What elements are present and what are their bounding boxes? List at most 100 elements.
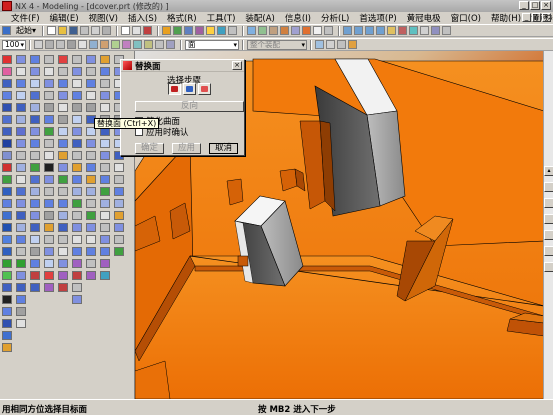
tool-icon[interactable] (114, 223, 124, 232)
tool-icon[interactable] (2, 139, 12, 148)
dialog-close-button[interactable]: × (232, 61, 242, 70)
doc-minimize-button[interactable]: _ (522, 13, 531, 22)
tool-icon[interactable] (86, 151, 96, 160)
center-icon[interactable] (122, 40, 131, 49)
tool-icon[interactable] (16, 271, 26, 280)
tool-icon[interactable] (16, 211, 26, 220)
menu-insert[interactable]: 插入(S) (123, 12, 162, 24)
unblank-icon[interactable] (420, 26, 430, 35)
tool-icon[interactable] (86, 271, 96, 280)
face-icon[interactable] (166, 40, 175, 49)
menu-view[interactable]: 视图(V) (84, 12, 123, 24)
tool-icon[interactable] (72, 283, 82, 292)
tool-icon[interactable] (72, 163, 82, 172)
tool-icon[interactable] (58, 127, 68, 136)
tool-icon[interactable] (44, 211, 54, 220)
save-icon[interactable] (69, 26, 79, 35)
tool-icon[interactable] (86, 175, 96, 184)
tool-icon[interactable] (16, 199, 26, 208)
menu-window[interactable]: 窗口(O) (446, 12, 486, 24)
tool-icon[interactable] (100, 199, 110, 208)
intersect-icon[interactable] (133, 40, 142, 49)
tool-icon[interactable] (16, 319, 26, 328)
existing-point-icon[interactable] (155, 40, 164, 49)
rotate-icon[interactable] (280, 26, 290, 35)
tool-icon[interactable] (86, 259, 96, 268)
tool-icon[interactable] (30, 187, 40, 196)
confirm-on-apply-checkbox[interactable] (135, 128, 143, 136)
tool-icon[interactable] (544, 214, 553, 224)
menu-info[interactable]: 信息(I) (280, 12, 316, 24)
tool-icon[interactable] (30, 103, 40, 112)
tool-icon[interactable] (30, 175, 40, 184)
tool-icon[interactable] (544, 262, 553, 272)
tool-icon[interactable] (544, 246, 553, 256)
tool-icon[interactable] (72, 259, 82, 268)
tool-icon[interactable] (2, 55, 12, 64)
tool-icon[interactable] (58, 139, 68, 148)
tool-icon[interactable] (58, 235, 68, 244)
tool-icon[interactable] (114, 235, 124, 244)
tool-icon[interactable] (30, 67, 40, 76)
cancel-button[interactable]: 取消 (209, 143, 238, 154)
tool-icon[interactable] (86, 211, 96, 220)
tool-icon[interactable] (72, 91, 82, 100)
tool-icon[interactable] (58, 199, 68, 208)
open-file-icon[interactable] (58, 26, 68, 35)
tool-icon[interactable] (100, 91, 110, 100)
filter-icon[interactable] (56, 40, 65, 49)
tool-icon[interactable] (114, 199, 124, 208)
tool-icon[interactable] (114, 187, 124, 196)
view-top-icon[interactable] (343, 26, 353, 35)
undo-icon[interactable] (121, 26, 131, 35)
perspective-icon[interactable] (291, 26, 301, 35)
new-file-icon[interactable] (47, 26, 57, 35)
tool-icon[interactable] (30, 151, 40, 160)
mid-point-icon[interactable] (111, 40, 120, 49)
tool-icon[interactable] (30, 79, 40, 88)
hidden-edges-icon[interactable] (324, 26, 334, 35)
tool-icon[interactable] (72, 127, 82, 136)
tool-icon[interactable] (72, 247, 82, 256)
tool-icon[interactable] (100, 223, 110, 232)
tool-icon[interactable] (44, 79, 54, 88)
tool-icon[interactable] (58, 259, 68, 268)
tool-icon[interactable] (44, 247, 54, 256)
tool-icon[interactable] (44, 115, 54, 124)
tool-icon[interactable] (72, 199, 82, 208)
tool-icon[interactable] (44, 175, 54, 184)
tool-icon[interactable] (86, 187, 96, 196)
shaded-icon[interactable] (302, 26, 312, 35)
tool-icon[interactable] (58, 55, 68, 64)
tool-icon[interactable] (44, 283, 54, 292)
tool-icon[interactable] (2, 319, 12, 328)
tool-icon[interactable] (16, 115, 26, 124)
tool-icon[interactable] (44, 163, 54, 172)
tool-icon[interactable] (16, 163, 26, 172)
tool-icon[interactable] (16, 139, 26, 148)
tool-icon[interactable] (16, 79, 26, 88)
tool-icon[interactable] (2, 199, 12, 208)
tool-icon[interactable] (16, 283, 26, 292)
tool-icon[interactable] (44, 151, 54, 160)
tool-icon[interactable] (44, 235, 54, 244)
copy-icon[interactable] (91, 26, 101, 35)
view-right-icon[interactable] (365, 26, 375, 35)
tool-icon[interactable] (16, 307, 26, 316)
tool-icon[interactable] (100, 187, 110, 196)
tool-icon[interactable] (72, 115, 82, 124)
zoom-icon[interactable] (258, 26, 268, 35)
tool-icon[interactable] (100, 55, 110, 64)
menu-electrode[interactable]: 黄冠电极 (402, 12, 446, 24)
tool-icon[interactable] (72, 175, 82, 184)
tool-icon[interactable] (16, 67, 26, 76)
feature-icon[interactable] (195, 26, 205, 35)
tool-icon[interactable] (114, 163, 124, 172)
tool-icon[interactable] (30, 139, 40, 148)
start-menu-button[interactable]: 起始▾ (16, 25, 36, 36)
tool-icon[interactable] (2, 175, 12, 184)
quickpick-icon[interactable] (326, 40, 335, 49)
view-iso-icon[interactable] (376, 26, 386, 35)
settings-icon[interactable] (348, 40, 357, 49)
tool-icon[interactable] (72, 55, 82, 64)
